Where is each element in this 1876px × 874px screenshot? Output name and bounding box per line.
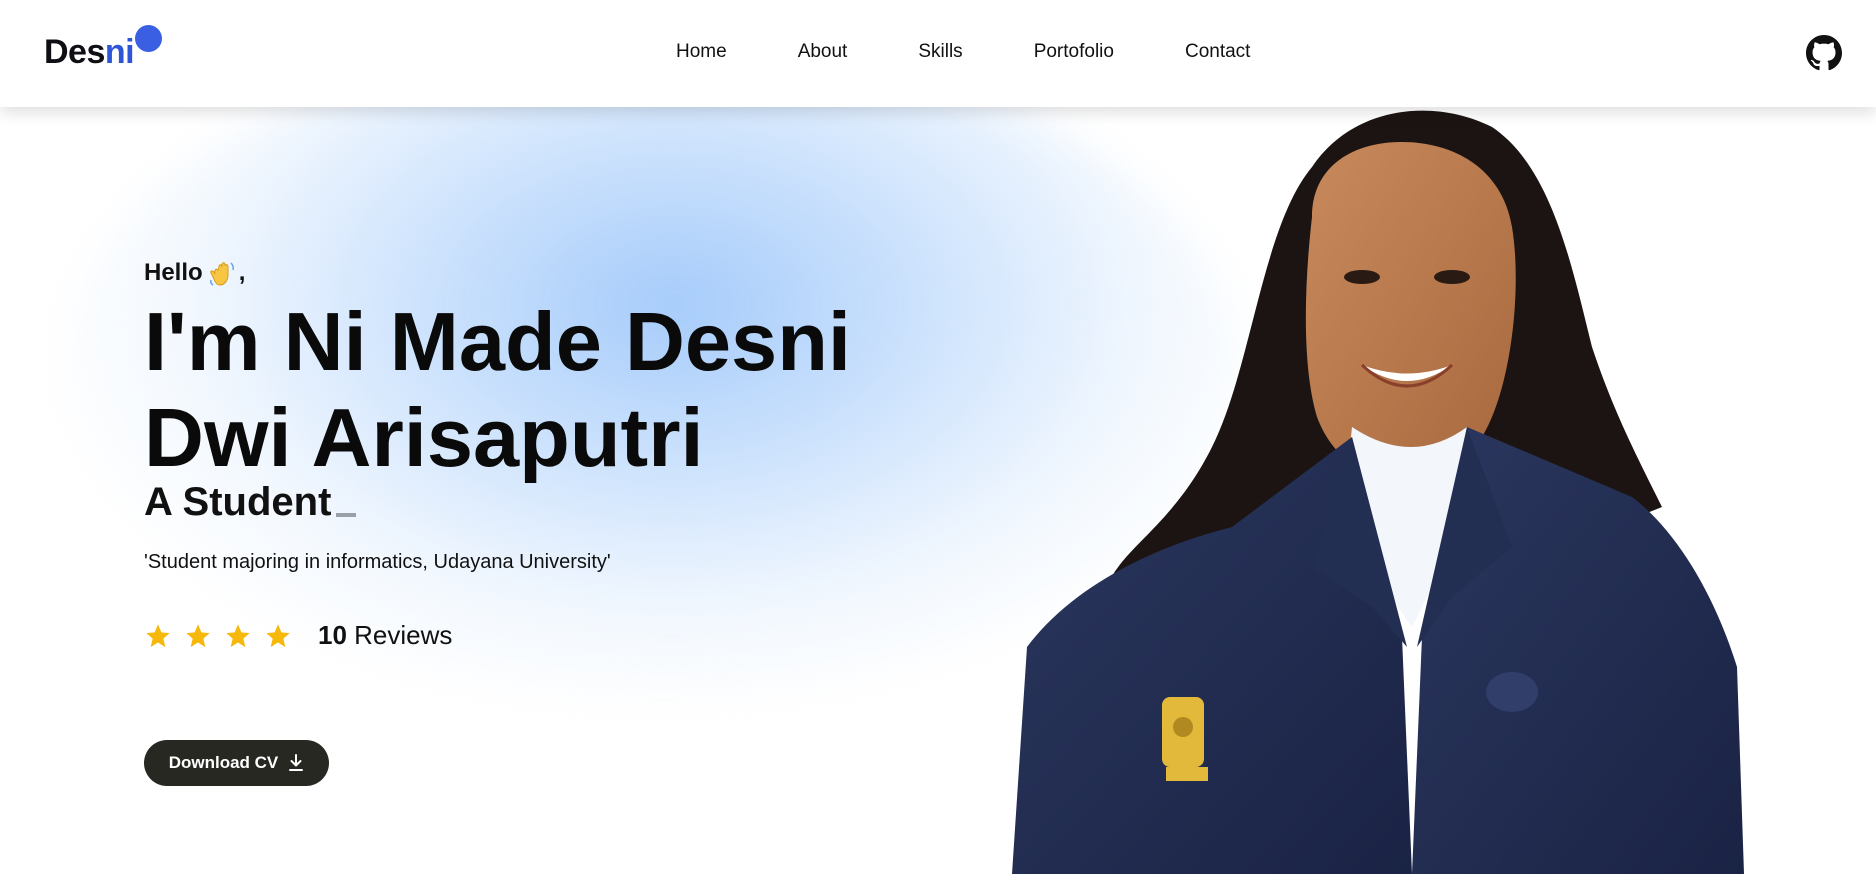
waving-hand-icon	[209, 262, 234, 286]
role-text: A Student	[144, 480, 332, 524]
hero-description: 'Student majoring in informatics, Udayan…	[144, 551, 611, 573]
profile-photo	[1012, 110, 1744, 874]
top-navbar: Desni Home About Skills Portofolio Conta…	[0, 0, 1876, 107]
nav-portofolio[interactable]: Portofolio	[1034, 38, 1114, 66]
role-typed: A Student	[144, 480, 357, 525]
main-nav: Home About Skills Portofolio Contact	[676, 38, 1250, 66]
reviews-count: 10 Reviews	[318, 620, 452, 651]
nav-home[interactable]: Home	[676, 38, 727, 66]
logo-text-part2: ni	[104, 33, 135, 71]
greeting-text: Hello	[144, 259, 203, 286]
reviews-label: Reviews	[354, 620, 453, 650]
site-logo[interactable]: Desni	[44, 25, 162, 74]
hero-name-line2: Dwi Arisaputri	[144, 391, 704, 484]
github-icon[interactable]	[1806, 35, 1842, 71]
download-cv-label: Download CV	[168, 753, 279, 772]
rating: 10 Reviews	[144, 620, 452, 651]
logo-text: Desni	[44, 33, 135, 71]
hero-name-line1: I'm Ni Made Desni	[144, 295, 851, 388]
greeting-suffix: ,	[238, 259, 246, 286]
star-icon	[226, 623, 250, 647]
hero-name: I'm Ni Made Desni Dwi Arisaputri	[144, 294, 1044, 486]
nav-contact[interactable]: Contact	[1185, 38, 1250, 66]
nav-skills[interactable]: Skills	[918, 38, 962, 66]
star-icon	[146, 623, 170, 647]
download-cv-button[interactable]: Download CV	[144, 740, 329, 786]
nav-about[interactable]: About	[798, 38, 848, 66]
typing-cursor	[336, 513, 357, 517]
reviews-number: 10	[318, 620, 347, 650]
logo-dot	[135, 25, 162, 52]
logo-text-part1: Des	[44, 33, 105, 71]
star-icon	[186, 623, 210, 647]
greeting: Hello ,	[144, 258, 245, 288]
star-icon	[266, 623, 290, 647]
download-icon	[289, 754, 304, 771]
star-rating	[144, 622, 292, 650]
